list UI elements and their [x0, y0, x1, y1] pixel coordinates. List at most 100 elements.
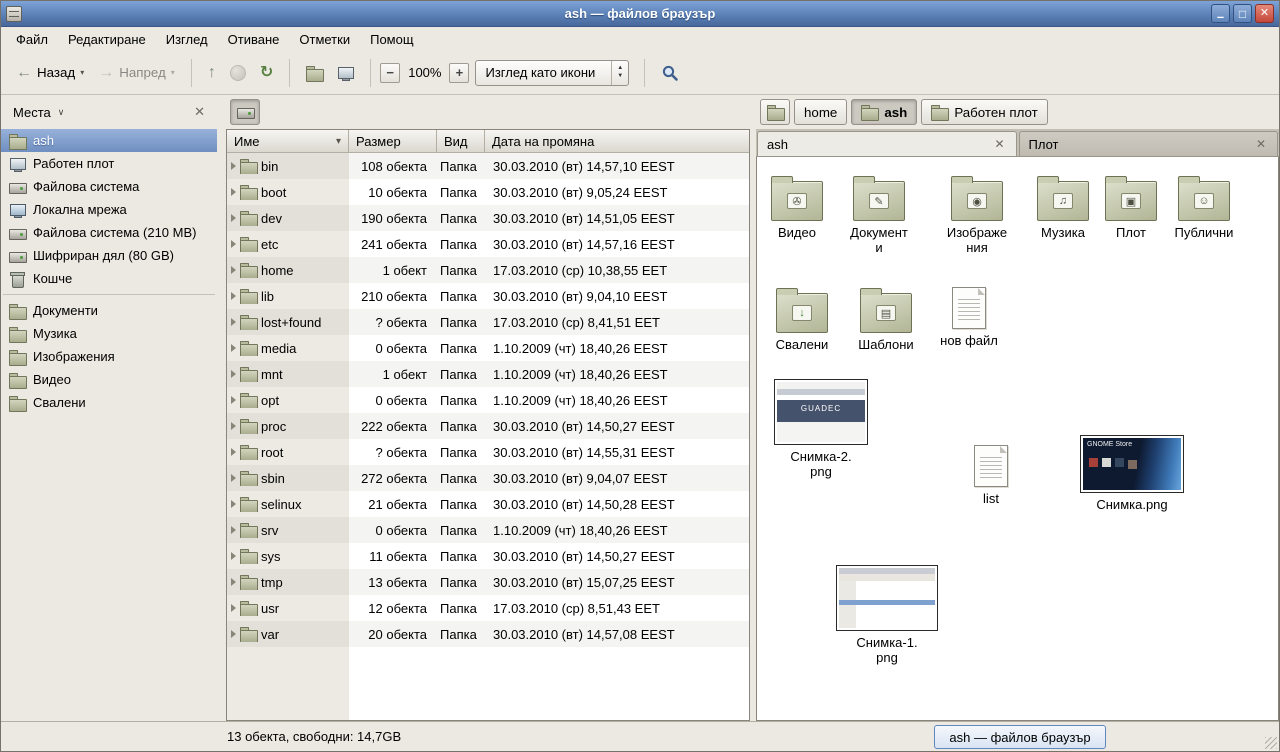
sidebar-item[interactable]: Видео — [1, 368, 217, 391]
pane-splitter[interactable] — [217, 95, 226, 721]
menu-item[interactable]: Помощ — [361, 30, 422, 49]
column-header-size[interactable]: Размер — [349, 130, 437, 153]
back-button[interactable]: ← Назад ▾ — [9, 60, 91, 86]
expander-icon[interactable] — [231, 214, 236, 222]
file-item-snimka2[interactable]: GUADEC Снимка-2.png — [771, 379, 871, 480]
table-row[interactable]: home 1 обект Папка 17.03.2010 (ср) 10,38… — [227, 257, 749, 283]
expander-icon[interactable] — [231, 448, 236, 456]
table-row[interactable]: sbin 272 обекта Папка 30.03.2010 (вт) 9,… — [227, 465, 749, 491]
file-item-new-file[interactable]: нов файл — [929, 287, 1009, 349]
pathbar-home-button[interactable]: home — [794, 99, 847, 125]
maximize-button[interactable] — [1233, 4, 1252, 23]
pathbar-desktop-button[interactable]: Работен плот — [921, 99, 1047, 125]
folder-item[interactable]: Свалени — [762, 287, 842, 353]
expander-icon[interactable] — [231, 344, 236, 352]
sidebar-item[interactable]: Музика — [1, 322, 217, 345]
expander-icon[interactable] — [231, 188, 236, 196]
column-header-name[interactable]: Име — [227, 130, 349, 153]
pathbar-scroll-button[interactable] — [760, 99, 790, 125]
table-row[interactable]: etc 241 обекта Папка 30.03.2010 (вт) 14,… — [227, 231, 749, 257]
folder-item[interactable]: Публични — [1164, 175, 1244, 241]
sidebar-item[interactable]: Шифриран дял (80 GB) — [1, 244, 217, 267]
table-row[interactable]: tmp 13 обекта Папка 30.03.2010 (вт) 15,0… — [227, 569, 749, 595]
table-row[interactable]: opt 0 обекта Папка 1.10.2009 (чт) 18,40,… — [227, 387, 749, 413]
folder-item[interactable]: Документи — [839, 175, 919, 256]
folder-item[interactable]: Плот — [1091, 175, 1171, 241]
menu-item[interactable]: Файл — [7, 30, 57, 49]
close-button[interactable] — [1255, 4, 1274, 23]
expander-icon[interactable] — [231, 474, 236, 482]
expander-icon[interactable] — [231, 552, 236, 560]
close-sidebar-icon[interactable] — [186, 102, 213, 122]
icon-view[interactable]: Видео Документи Изображения Музи — [756, 157, 1279, 721]
table-row[interactable]: bin 108 обекта Папка 30.03.2010 (вт) 14,… — [227, 153, 749, 179]
table-row[interactable]: proc 222 обекта Папка 30.03.2010 (вт) 14… — [227, 413, 749, 439]
expander-icon[interactable] — [231, 422, 236, 430]
menu-item[interactable]: Отиване — [219, 30, 289, 49]
expander-icon[interactable] — [231, 162, 236, 170]
sidebar-item[interactable]: Локална мрежа — [1, 198, 217, 221]
expander-icon[interactable] — [231, 578, 236, 586]
sidebar-item[interactable]: Файлова система (210 MB) — [1, 221, 217, 244]
table-row[interactable]: root ? обекта Папка 30.03.2010 (вт) 14,5… — [227, 439, 749, 465]
menu-item[interactable]: Редактиране — [59, 30, 155, 49]
resize-grip[interactable] — [1265, 737, 1277, 749]
tab-plot[interactable]: Плот — [1019, 131, 1279, 156]
sidebar-item[interactable]: Изображения — [1, 345, 217, 368]
zoom-in-button[interactable]: + — [449, 63, 469, 83]
expander-icon[interactable] — [231, 370, 236, 378]
expander-icon[interactable] — [231, 526, 236, 534]
file-item-list[interactable]: list — [951, 445, 1031, 507]
back-dropdown-icon[interactable]: ▾ — [80, 68, 84, 77]
table-row[interactable]: lost+found ? обекта Папка 17.03.2010 (ср… — [227, 309, 749, 335]
expander-icon[interactable] — [231, 318, 236, 326]
zoom-out-button[interactable]: − — [380, 63, 400, 83]
table-row[interactable]: var 20 обекта Папка 30.03.2010 (вт) 14,5… — [227, 621, 749, 647]
expander-icon[interactable] — [231, 292, 236, 300]
table-row[interactable]: lib 210 обекта Папка 30.03.2010 (вт) 9,0… — [227, 283, 749, 309]
up-button[interactable]: ↑ — [201, 60, 223, 86]
menu-item[interactable]: Отметки — [290, 30, 359, 49]
table-row[interactable]: sys 11 обекта Папка 30.03.2010 (вт) 14,5… — [227, 543, 749, 569]
table-row[interactable]: media 0 обекта Папка 1.10.2009 (чт) 18,4… — [227, 335, 749, 361]
folder-item[interactable]: Видео — [757, 175, 837, 241]
expander-icon[interactable] — [231, 396, 236, 404]
table-row[interactable]: mnt 1 обект Папка 1.10.2009 (чт) 18,40,2… — [227, 361, 749, 387]
table-row[interactable]: boot 10 обекта Папка 30.03.2010 (вт) 9,0… — [227, 179, 749, 205]
tab-close-icon[interactable] — [992, 137, 1006, 151]
file-item-snimka1[interactable]: Снимка-1.png — [837, 565, 937, 666]
file-item-snimka[interactable]: GNOME Store Снимка.png — [1077, 435, 1187, 513]
home-button[interactable] — [299, 60, 330, 86]
sidebar-item[interactable]: Свалени — [1, 391, 217, 414]
table-row[interactable]: dev 190 обекта Папка 30.03.2010 (вт) 14,… — [227, 205, 749, 231]
folder-item[interactable]: Шаблони — [846, 287, 926, 353]
sidebar-item[interactable]: Работен плот — [1, 152, 217, 175]
table-row[interactable]: usr 12 обекта Папка 17.03.2010 (ср) 8,51… — [227, 595, 749, 621]
tab-ash[interactable]: ash — [757, 131, 1017, 156]
expander-icon[interactable] — [231, 266, 236, 274]
taskbar-window-button[interactable]: ash — файлов браузър — [934, 725, 1106, 749]
expander-icon[interactable] — [231, 240, 236, 248]
minimize-button[interactable] — [1211, 4, 1230, 23]
column-header-date[interactable]: Дата на промяна — [485, 130, 749, 153]
places-selector[interactable]: Места — [5, 102, 72, 123]
folder-item[interactable]: Изображения — [937, 175, 1017, 256]
search-button[interactable] — [654, 59, 686, 87]
column-header-type[interactable]: Вид — [437, 130, 485, 153]
table-row[interactable]: selinux 21 обекта Папка 30.03.2010 (вт) … — [227, 491, 749, 517]
view-mode-select[interactable]: Изглед като икони — [475, 60, 629, 86]
expander-icon[interactable] — [231, 500, 236, 508]
expander-icon[interactable] — [231, 630, 236, 638]
tab-close-icon[interactable] — [1254, 137, 1268, 151]
sidebar-item[interactable]: Файлова система — [1, 175, 217, 198]
sidebar-item[interactable]: Документи — [1, 299, 217, 322]
sidebar-item[interactable]: Кошче — [1, 267, 217, 290]
pathbar-ash-button[interactable]: ash — [851, 99, 917, 125]
pathbar-root-button[interactable] — [230, 99, 260, 125]
reload-button[interactable]: ↻ — [253, 60, 280, 86]
forward-button[interactable]: → Напред ▾ — [91, 60, 182, 86]
table-row[interactable]: srv 0 обекта Папка 1.10.2009 (чт) 18,40,… — [227, 517, 749, 543]
stop-button[interactable] — [223, 60, 253, 86]
spinner-arrows-icon[interactable] — [611, 61, 628, 85]
menu-item[interactable]: Изглед — [157, 30, 217, 49]
